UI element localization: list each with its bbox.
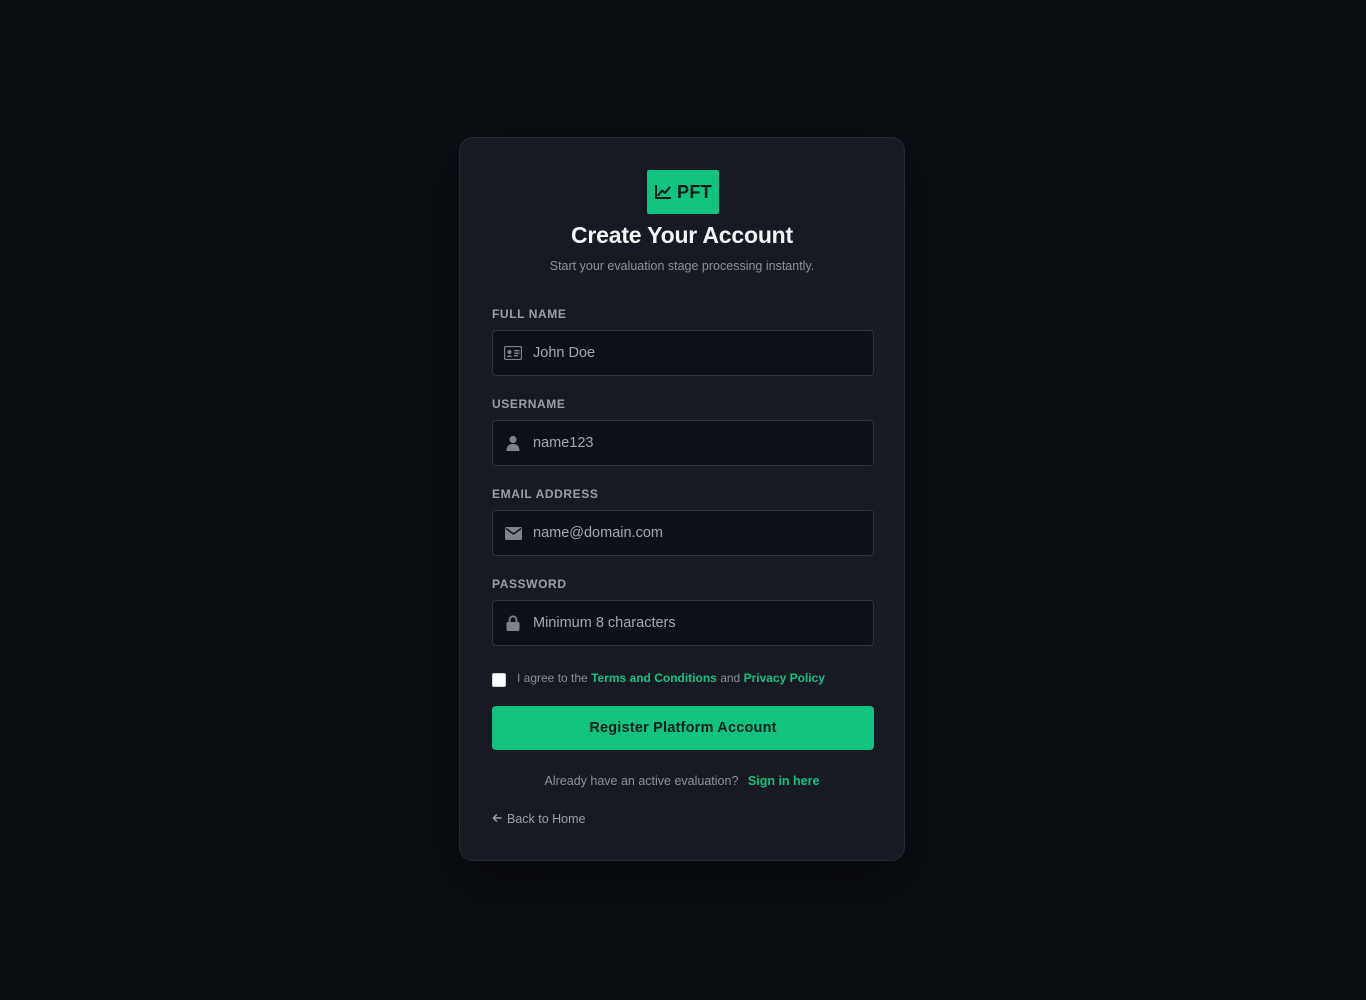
brand-logo-text: PFT [677,181,712,202]
page-title: Create Your Account [571,222,793,248]
arrow-left-icon [492,812,502,826]
back-to-home-link[interactable]: Back to Home [492,812,586,826]
page-subtitle: Start your evaluation stage processing i… [549,259,815,273]
id-card-icon [504,345,522,361]
full-name-input[interactable] [533,331,863,375]
register-card: PFT Create Your Account Start your evalu… [459,137,905,861]
page: PFT Create Your Account Start your evalu… [0,0,1366,1000]
terms-middle-text: and [720,671,741,685]
envelope-icon [504,525,522,541]
password-input[interactable] [533,601,863,645]
username-input[interactable] [533,421,863,465]
signin-prompt: Already have an active evaluation? Sign … [460,774,904,788]
email-input[interactable] [533,511,863,555]
password-field[interactable] [492,600,874,646]
lock-icon [504,615,522,631]
brand-logo: PFT [647,170,719,214]
terms-checkbox[interactable] [492,673,506,687]
email-label: EMAIL ADDRESS [492,487,599,501]
username-label: USERNAME [492,397,566,411]
privacy-link[interactable]: Privacy Policy [744,671,825,685]
terms-prefix-text: I agree to the [517,671,588,685]
full-name-field[interactable] [492,330,874,376]
signin-prompt-text: Already have an active evaluation? [544,774,739,788]
terms-agreement: I agree to the Terms and Conditions and … [492,668,882,688]
signin-link[interactable]: Sign in here [748,774,820,788]
terms-link[interactable]: Terms and Conditions [591,671,717,685]
email-field[interactable] [492,510,874,556]
username-field[interactable] [492,420,874,466]
terms-agreement-text: I agree to the Terms and Conditions and … [517,671,825,685]
register-button[interactable]: Register Platform Account [492,706,874,750]
full-name-label: FULL NAME [492,307,567,321]
chart-line-icon [654,184,672,200]
back-to-home-label: Back to Home [507,812,586,826]
password-label: PASSWORD [492,577,567,591]
user-icon [504,435,522,451]
